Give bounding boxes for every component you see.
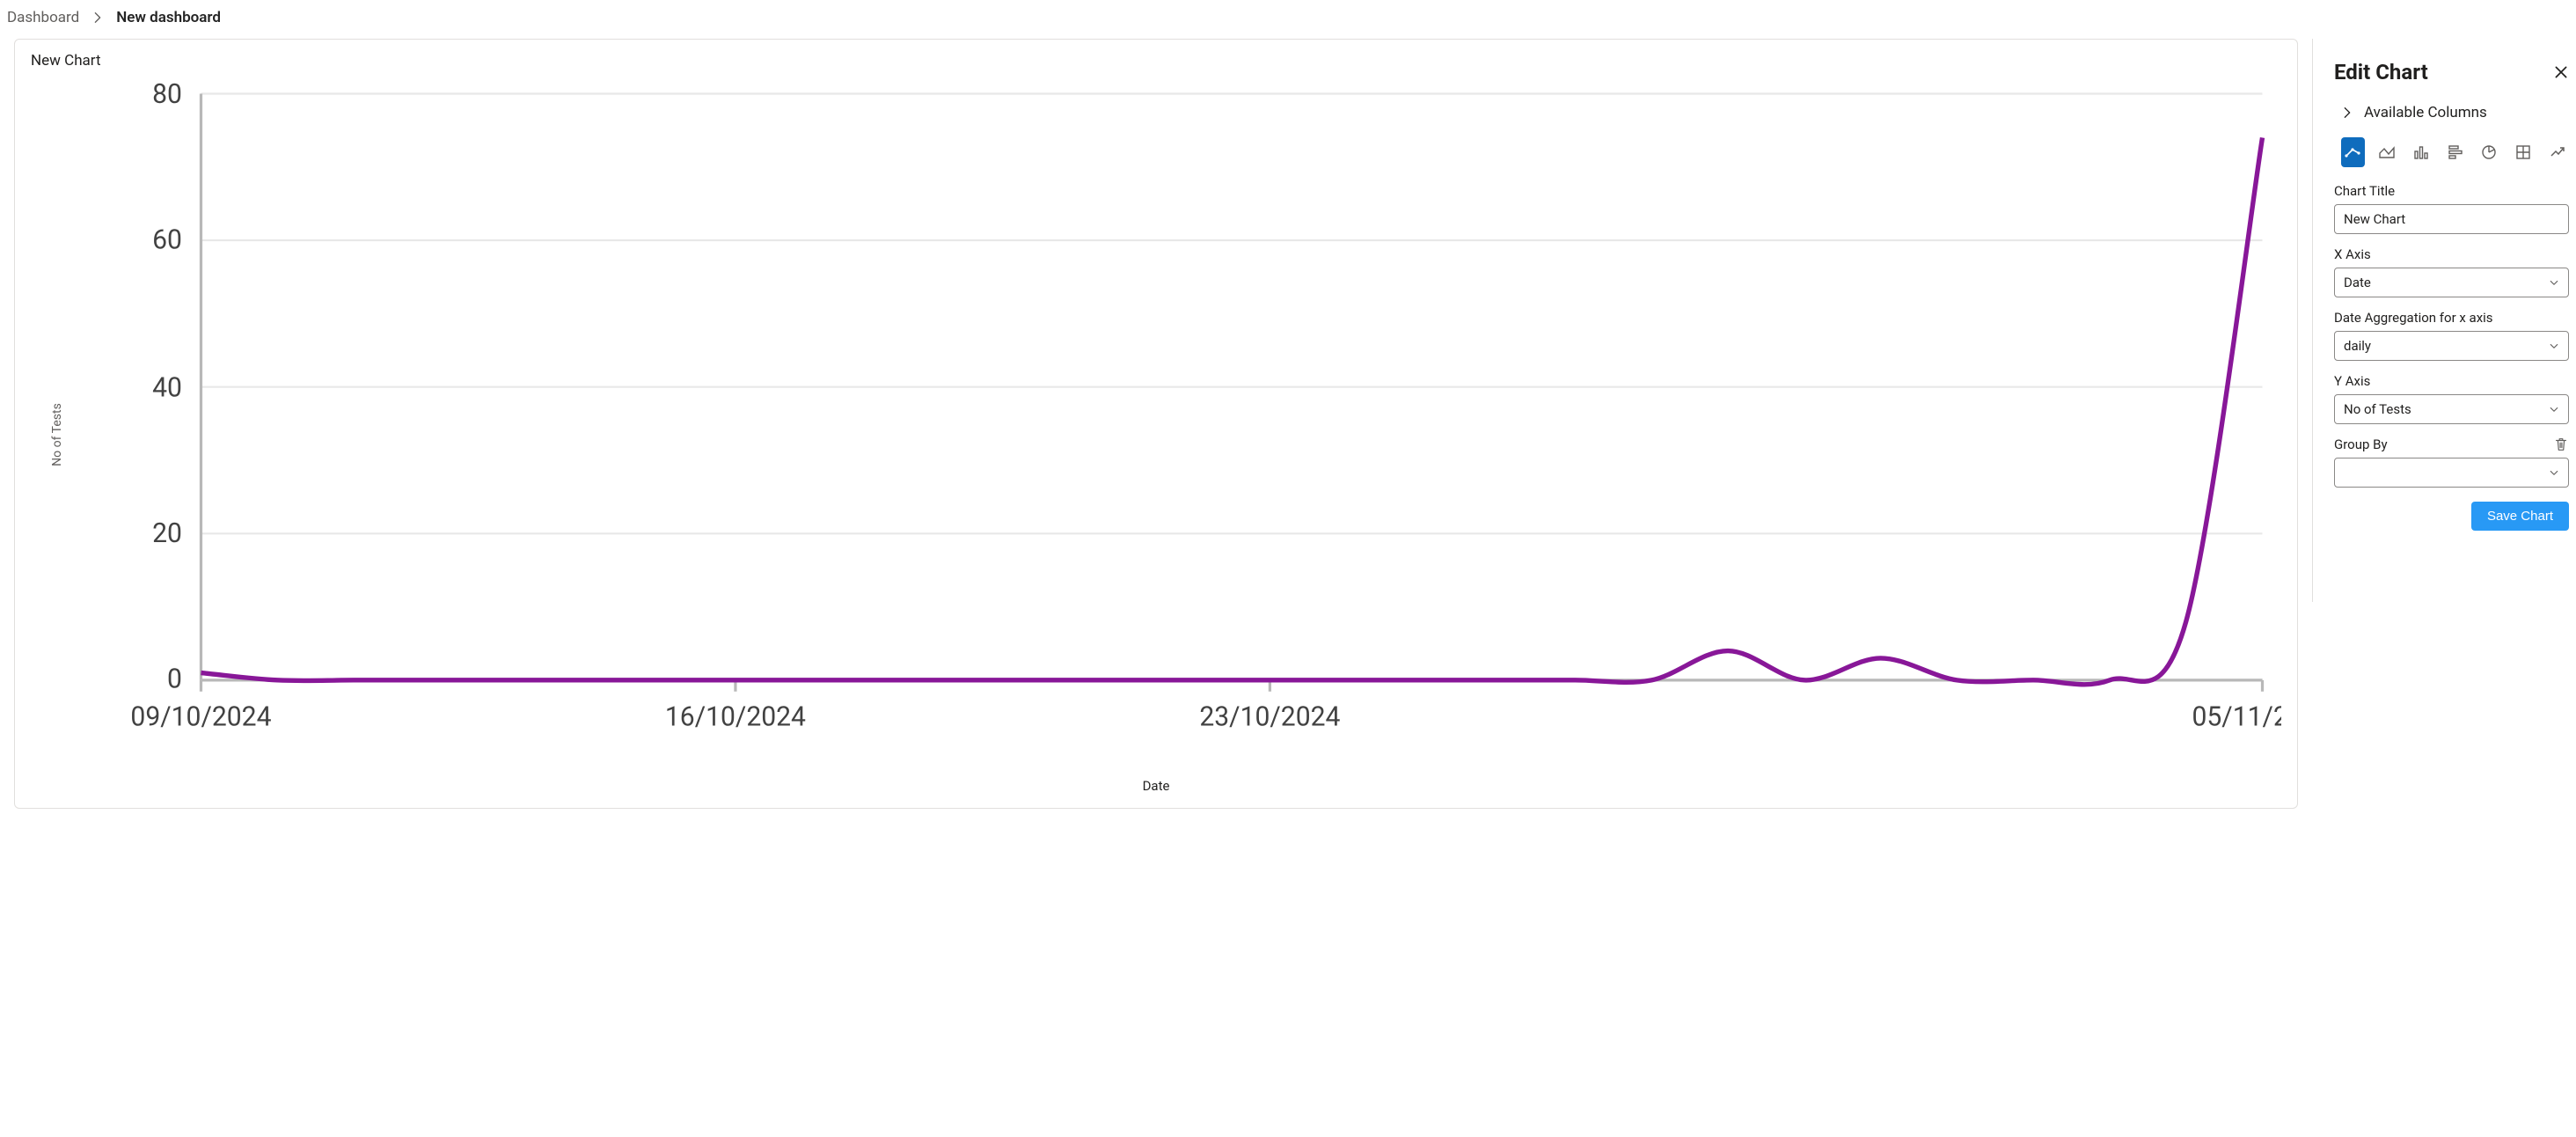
bar-chart-icon (2412, 143, 2430, 161)
chevron-down-icon (2549, 277, 2559, 288)
chart-panel: New Chart No of Tests (14, 39, 2298, 809)
chart-type-bar[interactable] (2409, 137, 2433, 167)
chart-type-pie[interactable] (2477, 137, 2501, 167)
pie-chart-icon (2480, 143, 2498, 161)
x-axis-select[interactable]: Date (2334, 268, 2569, 297)
save-chart-button[interactable]: Save Chart (2471, 502, 2569, 531)
x-tick: 09/10/2024 (130, 701, 271, 732)
x-tick: 05/11/2024 (2192, 701, 2281, 732)
y-tick: 40 (152, 372, 182, 403)
chart-type-hbar[interactable] (2443, 137, 2467, 167)
chevron-down-icon (2549, 341, 2559, 351)
chevron-down-icon (2549, 404, 2559, 414)
horizontal-bar-chart-icon (2447, 143, 2464, 161)
date-aggregation-label: Date Aggregation for x axis (2334, 310, 2569, 326)
x-axis-label: X Axis (2334, 246, 2569, 262)
x-tick: 16/10/2024 (665, 701, 806, 732)
chevron-right-icon (91, 11, 104, 24)
x-axis-label: Date (31, 778, 2281, 794)
y-axis-value: No of Tests (2344, 401, 2411, 417)
edit-chart-panel: Edit Chart Available Columns (2312, 39, 2576, 602)
close-button[interactable] (2553, 64, 2569, 80)
breadcrumb-root[interactable]: Dashboard (7, 9, 79, 26)
panel-title: Edit Chart (2334, 60, 2428, 84)
available-columns-toggle[interactable]: Available Columns (2334, 100, 2569, 137)
chart-type-selector (2334, 137, 2569, 183)
y-axis-label: Y Axis (2334, 373, 2569, 389)
y-tick: 0 (167, 664, 182, 694)
x-tick: 23/10/2024 (1199, 701, 1340, 732)
chart-type-line[interactable] (2341, 137, 2365, 167)
available-columns-label: Available Columns (2364, 104, 2487, 121)
chart-type-area[interactable] (2375, 137, 2399, 167)
table-icon (2514, 143, 2532, 161)
breadcrumb: Dashboard New dashboard (0, 0, 2576, 39)
chart-type-table[interactable] (2512, 137, 2536, 167)
y-axis-select[interactable]: No of Tests (2334, 394, 2569, 424)
group-by-delete-button[interactable] (2553, 436, 2569, 452)
close-icon (2553, 64, 2569, 80)
trend-icon (2549, 143, 2566, 161)
date-aggregation-value: daily (2344, 338, 2371, 354)
chart-title: New Chart (31, 52, 2281, 70)
chart-title-label: Chart Title (2334, 183, 2569, 199)
y-tick: 80 (152, 79, 182, 110)
date-aggregation-select[interactable]: daily (2334, 331, 2569, 361)
group-by-select[interactable] (2334, 458, 2569, 488)
line-chart-icon (2344, 143, 2361, 161)
chart-series-line (201, 137, 2262, 684)
chevron-down-icon (2549, 467, 2559, 478)
y-axis-label: No of Tests (50, 403, 64, 466)
trash-icon (2553, 436, 2569, 452)
chevron-right-icon (2341, 106, 2353, 119)
x-axis-value: Date (2344, 275, 2371, 290)
breadcrumb-current: New dashboard (116, 9, 221, 26)
chart-type-trend[interactable] (2545, 137, 2569, 167)
y-tick: 60 (152, 225, 182, 256)
y-tick: 20 (152, 518, 182, 549)
chart-title-input[interactable] (2334, 204, 2569, 234)
group-by-label: Group By (2334, 436, 2388, 452)
line-chart: 0 20 40 60 80 09/10/2024 16/10/2024 23/1… (31, 75, 2281, 774)
area-chart-icon (2378, 143, 2396, 161)
